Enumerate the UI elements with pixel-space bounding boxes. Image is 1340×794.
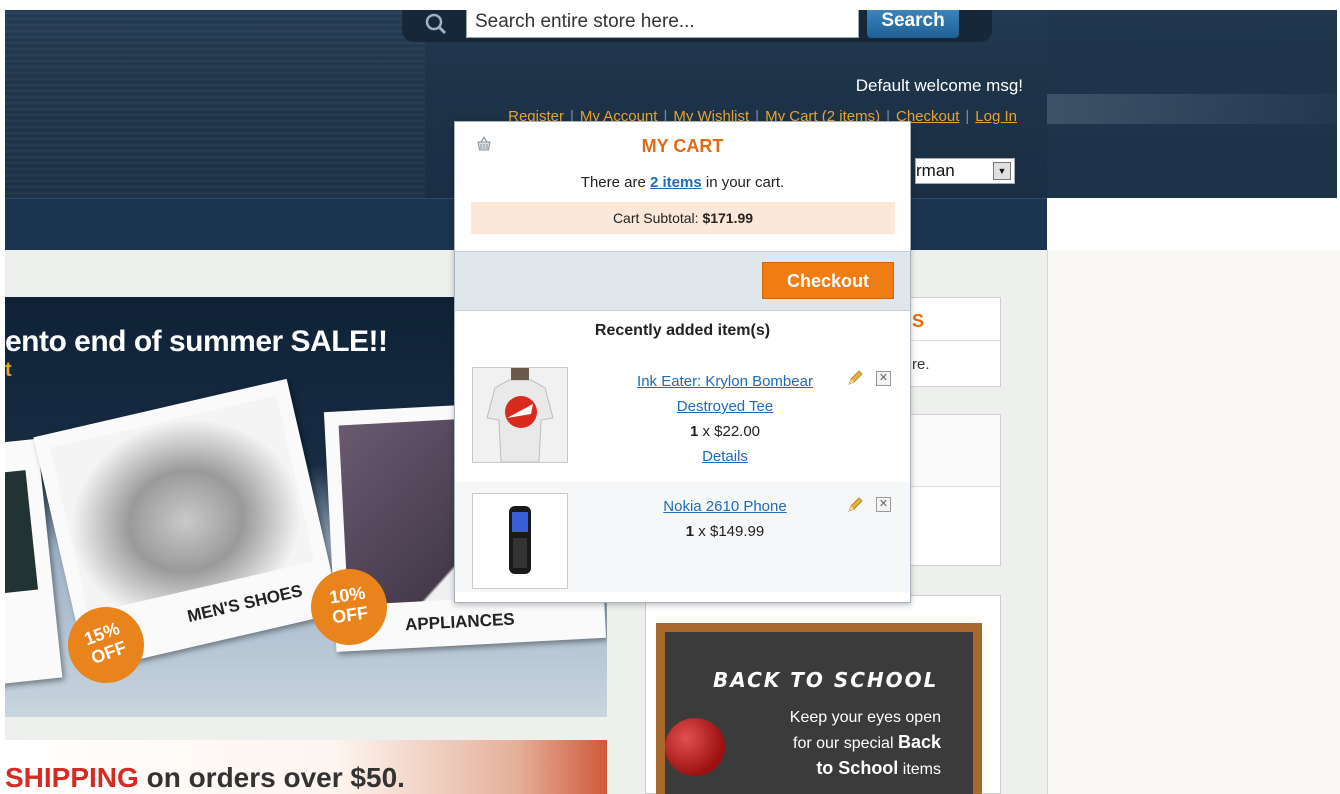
language-select[interactable]: rman ▼ (915, 158, 1015, 184)
item-price: x $149.99 (694, 523, 765, 540)
product-link[interactable]: Ink Eater: Krylon Bombear (637, 373, 813, 390)
shoes-image (50, 395, 315, 614)
search-button[interactable]: Search (867, 10, 959, 38)
cart-item: Nokia 2610 Phone 1 x $149.99 ✕ (455, 482, 910, 592)
widget-title: S (912, 311, 925, 331)
apple-image (665, 718, 725, 776)
product-thumbnail[interactable] (472, 367, 568, 463)
product-link[interactable]: Nokia 2610 Phone (663, 498, 786, 515)
promo-line-2: for our special Back (741, 730, 941, 756)
cart-count-suffix: in your cart. (701, 174, 785, 191)
cart-items-link[interactable]: 2 items (650, 174, 702, 191)
shipping-rest: on orders over $50. (138, 762, 405, 793)
product-thumbnail[interactable] (472, 493, 568, 589)
banner-subtitle: t (5, 359, 12, 381)
recent-items-title: Recently added item(s) (594, 322, 771, 339)
item-qty-price: 1 x $22.00 (585, 419, 865, 444)
tv-image (5, 470, 39, 596)
item-name: Nokia 2610 Phone (585, 494, 865, 519)
back-to-school-promo[interactable]: BACK TO SCHOOL Keep your eyes open for o… (645, 595, 1001, 794)
details-link[interactable]: Details (702, 448, 748, 465)
subtotal-label: Cart Subtotal: (612, 210, 703, 226)
promo-line-3-bold: to School (816, 758, 899, 778)
search-input[interactable]: Search entire store here... (466, 10, 859, 38)
checkout-button[interactable]: Checkout (762, 262, 894, 299)
link-separator: | (965, 108, 970, 125)
promo-line-3-text: items (902, 761, 941, 778)
promo-line-3: to School items (741, 756, 941, 782)
remove-icon[interactable]: ✕ (876, 371, 891, 386)
shoes-label: MEN'S SHOES (185, 581, 305, 626)
banner-title: ento end of summer SALE!! (5, 325, 388, 358)
log-in-link[interactable]: Log In (975, 108, 1017, 125)
item-qty: 1 (685, 523, 695, 540)
widget-text: re. (912, 356, 930, 373)
cart-subtotal: Cart Subtotal: $171.99 (471, 202, 895, 234)
mini-cart-dropdown: MY CART There are 2 items in your cart. … (454, 121, 911, 603)
item-details: Details (585, 444, 865, 469)
shipping-text: SHIPPING on orders over $50. (5, 762, 405, 794)
product-link[interactable]: Destroyed Tee (677, 398, 773, 415)
promo-line-2-text: for our special (793, 735, 894, 752)
promo-line-2-bold: Back (897, 732, 941, 752)
cart-count-prefix: There are (580, 174, 650, 191)
chevron-down-icon[interactable]: ▼ (993, 162, 1011, 180)
language-value: rman (916, 161, 955, 180)
cart-title: MY CART (641, 136, 724, 156)
item-qty-price: 1 x $149.99 (585, 519, 865, 544)
cart-item: Ink Eater: Krylon Bombear Destroyed Tee … (455, 357, 910, 479)
item-name-line-1: Ink Eater: Krylon Bombear (585, 369, 865, 394)
free-shipping-banner[interactable]: SHIPPING on orders over $50. (5, 740, 607, 794)
item-info: Nokia 2610 Phone 1 x $149.99 (585, 494, 865, 544)
pencil-icon[interactable] (846, 496, 864, 514)
remove-icon[interactable]: ✕ (876, 497, 891, 512)
phone-image (473, 494, 567, 588)
item-name-line-2: Destroyed Tee (585, 394, 865, 419)
chalkboard-image: BACK TO SCHOOL Keep your eyes open for o… (656, 623, 982, 794)
subtotal-value: $171.99 (702, 210, 754, 226)
item-price: x $22.00 (698, 423, 761, 440)
promo-line-1: Keep your eyes open (789, 709, 941, 726)
cart-actions: Checkout (455, 251, 910, 311)
header-extension (1047, 10, 1337, 198)
shipping-highlight: SHIPPING (5, 762, 139, 793)
promo-title: BACK TO SCHOOL (713, 668, 939, 692)
page-margin (1047, 250, 1340, 794)
item-info: Ink Eater: Krylon Bombear Destroyed Tee … (585, 369, 865, 469)
nav-bar-extension (1047, 198, 1337, 250)
promo-text: Keep your eyes open for our special Back… (741, 706, 941, 782)
cart-item-count: There are 2 items in your cart. (455, 174, 910, 191)
welcome-message: Default welcome msg! (855, 76, 1023, 95)
appliances-label: APPLIANCES (404, 609, 516, 635)
search-icon[interactable] (425, 13, 447, 35)
tshirt-image (473, 368, 567, 463)
pencil-icon[interactable] (846, 369, 864, 387)
